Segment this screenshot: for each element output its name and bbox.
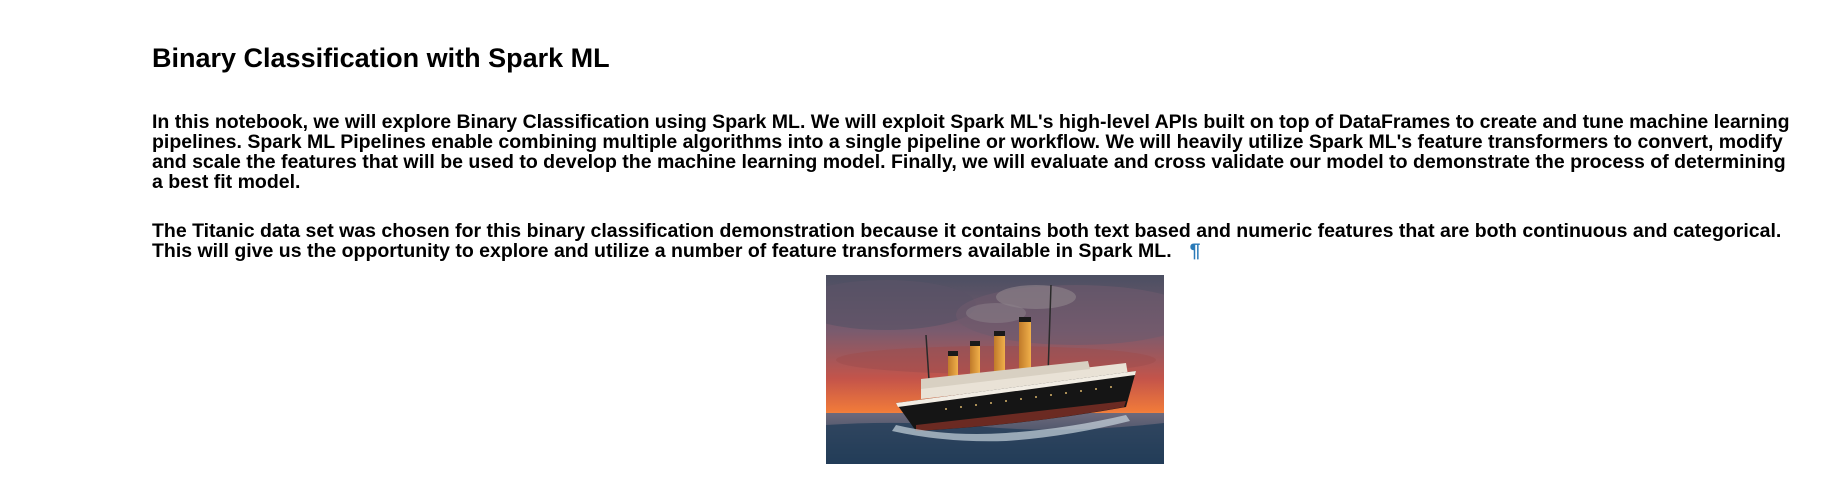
intro-paragraph: In this notebook, we will explore Binary… [152,111,1790,193]
anchor-link[interactable]: ¶ [1190,240,1201,262]
page-title: Binary Classification with Spark ML [152,43,610,73]
dataset-text: The Titanic data set was chosen for this… [152,220,1782,262]
markdown-cell: Binary Classification with Spark ML In t… [152,40,1792,261]
titanic-image [826,275,1164,464]
dataset-paragraph: The Titanic data set was chosen for this… [152,221,1792,261]
